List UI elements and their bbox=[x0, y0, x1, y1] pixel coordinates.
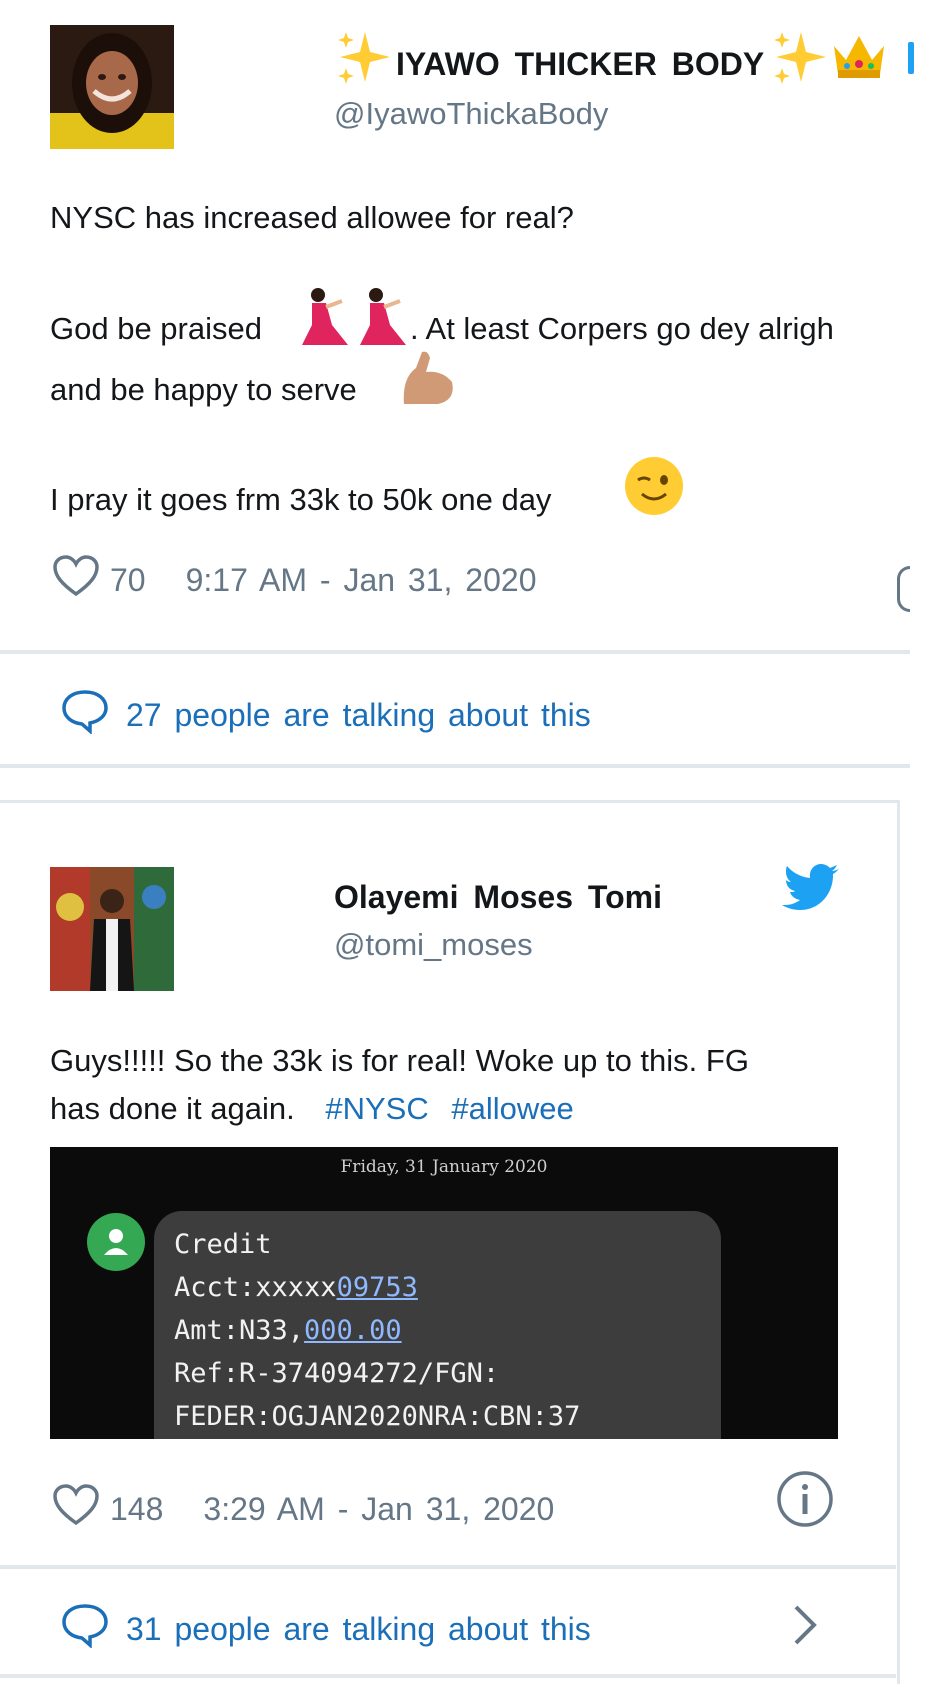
dancer-emoji bbox=[292, 285, 356, 354]
like-count: 70 bbox=[110, 561, 146, 598]
twitter-logo-edge bbox=[908, 42, 914, 74]
contact-avatar bbox=[87, 1213, 145, 1271]
hashtag-link[interactable]: #NYSC bbox=[325, 1091, 428, 1126]
talking-about-link[interactable]: 27 people are talking about this bbox=[60, 688, 591, 742]
tweet-text-line: God be praised bbox=[50, 311, 262, 346]
sparkles-emoji bbox=[772, 28, 830, 91]
tweet-text-line: and be happy to serve bbox=[50, 372, 357, 407]
divider bbox=[0, 1565, 896, 1569]
avatar[interactable] bbox=[50, 25, 174, 149]
tweet-text-line: has done it again. #NYSC #allowee bbox=[50, 1085, 574, 1132]
tweet-meta: 70 9:17 AM - Jan 31, 2020 bbox=[52, 554, 536, 606]
user-handle[interactable]: @IyawoThickaBody bbox=[334, 96, 608, 132]
sms-bubble: Credit Acct:xxxxx09753 Amt:N33,000.00 Re… bbox=[154, 1211, 721, 1439]
sms-line: Acct:xxxxx09753 bbox=[174, 1272, 418, 1303]
sms-line: FEDER:OGJAN2020NRA:CBN:37 bbox=[174, 1401, 581, 1432]
info-icon-partial bbox=[897, 566, 910, 612]
winking-face-emoji bbox=[624, 456, 684, 521]
tweet-text-fragment: has done it again. bbox=[50, 1091, 295, 1126]
speech-bubble-icon bbox=[60, 1602, 126, 1656]
display-name[interactable]: Olayemi Moses Tomi bbox=[334, 879, 662, 916]
tweet-text-line: . At least Corpers go dey alrigh bbox=[410, 311, 834, 346]
tweet-timestamp[interactable]: 3:29 AM - Jan 31, 2020 bbox=[203, 1491, 554, 1528]
talking-about-text: 31 people are talking about this bbox=[126, 1610, 591, 1647]
sms-line: Credit bbox=[174, 1229, 272, 1260]
display-name[interactable]: IYAWO THICKER BODY bbox=[396, 46, 764, 83]
crown-emoji bbox=[830, 30, 888, 87]
sparkles-emoji bbox=[336, 28, 394, 91]
divider bbox=[0, 764, 910, 768]
chevron-right-icon[interactable] bbox=[790, 1603, 820, 1652]
twitter-bird-icon[interactable] bbox=[782, 863, 840, 916]
talking-about-link[interactable]: 31 people are talking about this bbox=[60, 1602, 591, 1656]
sms-line: Amt:N33,000.00 bbox=[174, 1315, 402, 1346]
hashtag-link[interactable]: #allowee bbox=[451, 1091, 573, 1126]
tweet-text-line: NYSC has increased allowee for real? bbox=[50, 200, 574, 235]
heart-icon[interactable] bbox=[52, 554, 100, 606]
divider bbox=[0, 650, 910, 654]
sms-date: Friday, 31 January 2020 bbox=[340, 1157, 548, 1177]
sms-text: Acct:xxxxx bbox=[174, 1272, 337, 1303]
sms-link[interactable]: 000.00 bbox=[304, 1315, 402, 1346]
talking-about-text: 27 people are talking about this bbox=[126, 696, 591, 733]
tweet-timestamp[interactable]: 9:17 AM - Jan 31, 2020 bbox=[186, 562, 537, 599]
tweet-text-line: Guys!!!!! So the 33k is for real! Woke u… bbox=[50, 1043, 749, 1078]
user-handle[interactable]: @tomi_moses bbox=[334, 927, 533, 963]
flexed-biceps-emoji bbox=[398, 348, 458, 413]
divider bbox=[0, 1674, 896, 1678]
heart-icon[interactable] bbox=[52, 1483, 100, 1535]
tweet-card-1: IYAWO THICKER BODY @IyawoThickaBody NYSC… bbox=[0, 0, 914, 768]
sms-link[interactable]: 09753 bbox=[337, 1272, 418, 1303]
tweet-media-image[interactable]: Friday, 31 January 2020 Credit Acct:xxxx… bbox=[50, 1147, 838, 1439]
tweet-text-line: I pray it goes frm 33k to 50k one day bbox=[50, 482, 552, 517]
speech-bubble-icon bbox=[60, 688, 126, 742]
avatar[interactable] bbox=[50, 867, 174, 991]
tweet-meta: 148 3:29 AM - Jan 31, 2020 bbox=[52, 1483, 554, 1535]
dancer-emoji bbox=[350, 285, 414, 354]
info-icon[interactable] bbox=[776, 1470, 834, 1533]
sms-text: Amt:N33, bbox=[174, 1315, 305, 1346]
like-count: 148 bbox=[110, 1490, 164, 1527]
sms-line: Ref:R-374094272/FGN: bbox=[174, 1358, 500, 1389]
